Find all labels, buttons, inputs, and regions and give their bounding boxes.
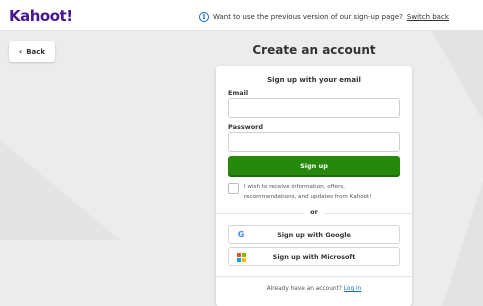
account-prompt-text: Already have an account? bbox=[266, 286, 342, 292]
notice-text: Want to use the previous version of our … bbox=[213, 13, 403, 21]
back-button-label: Back bbox=[26, 47, 46, 56]
info-icon: i bbox=[199, 12, 209, 22]
google-icon: G bbox=[237, 230, 245, 239]
version-notice: i Want to use the previous version of ou… bbox=[199, 11, 449, 23]
kahoot-logo[interactable]: Kahoot! bbox=[9, 7, 73, 25]
google-signup-label: Sign up with Google bbox=[277, 230, 351, 239]
login-link[interactable]: Log in bbox=[344, 286, 361, 292]
page-title: Create an account bbox=[252, 43, 376, 57]
login-prompt: Already have an account? Log in bbox=[216, 286, 412, 292]
signup-heading: Sign up with your email bbox=[267, 76, 361, 84]
email-label: Email bbox=[228, 89, 249, 97]
chevron-left-icon: ‹ bbox=[18, 47, 23, 56]
background-shape-left bbox=[0, 140, 120, 240]
background-shape-bottom-right bbox=[442, 180, 483, 306]
microsoft-signup-button[interactable]: Sign up with Microsoft bbox=[228, 247, 400, 266]
signup-button[interactable]: Sign up bbox=[228, 156, 400, 175]
consent-text: I wish to receive information, offers, r… bbox=[244, 184, 372, 200]
google-signup-button[interactable]: G Sign up with Google bbox=[228, 225, 400, 244]
password-field[interactable] bbox=[228, 132, 400, 152]
microsoft-icon bbox=[237, 253, 247, 263]
back-button[interactable]: ‹ Back bbox=[9, 41, 55, 62]
email-field[interactable] bbox=[228, 98, 400, 118]
top-bar: Kahoot! i Want to use the previous versi… bbox=[0, 0, 483, 31]
footer-divider bbox=[216, 276, 412, 277]
or-label: or bbox=[304, 208, 324, 216]
microsoft-signup-label: Sign up with Microsoft bbox=[272, 252, 356, 261]
password-label: Password bbox=[228, 123, 264, 131]
consent-checkbox[interactable] bbox=[228, 183, 239, 194]
switch-back-link[interactable]: Switch back bbox=[407, 13, 449, 21]
signup-card: Sign up with your email Email Password S… bbox=[216, 66, 412, 306]
